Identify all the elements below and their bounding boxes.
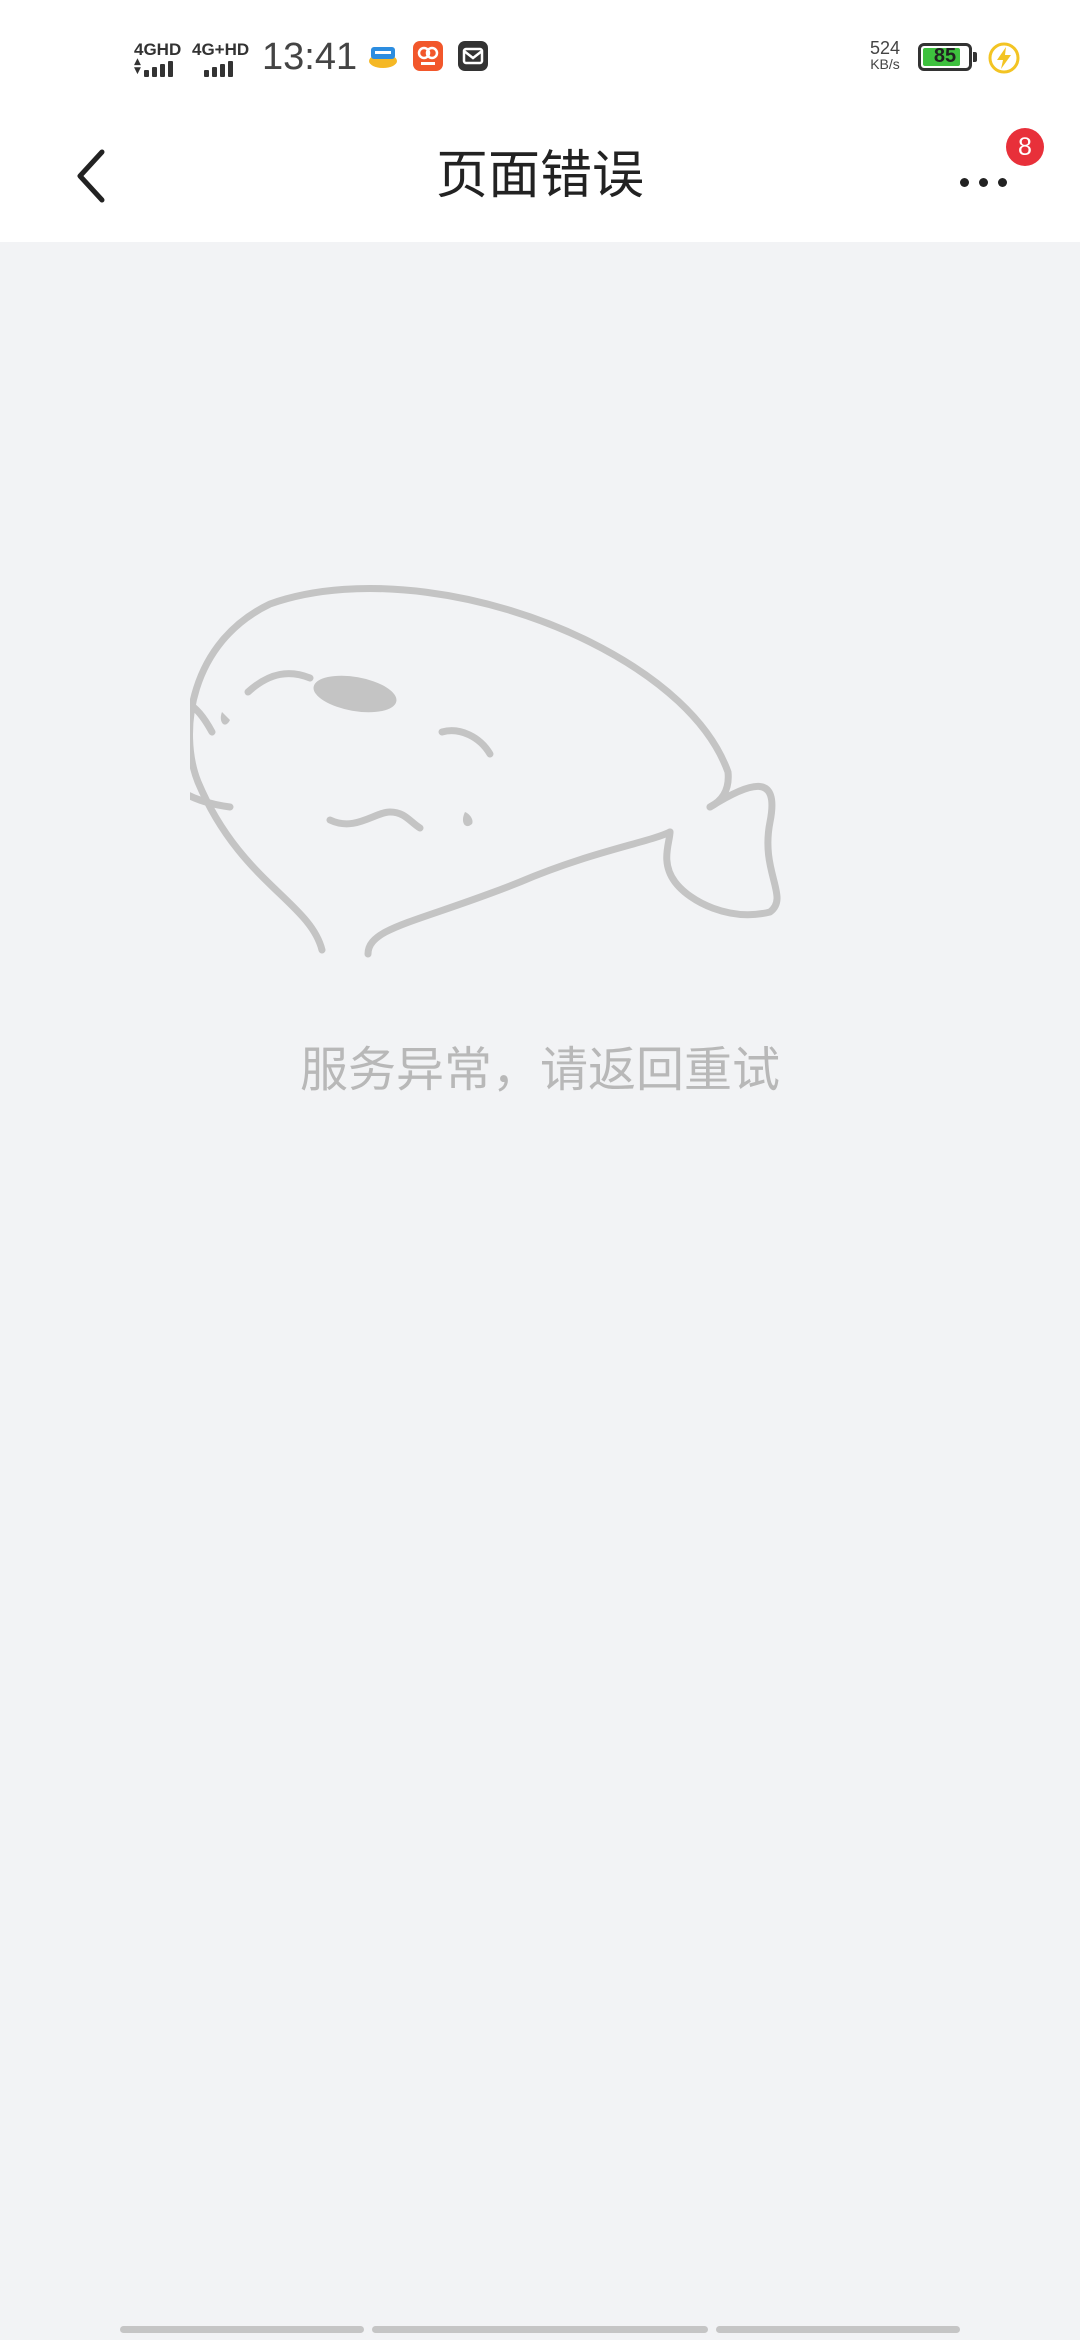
home-indicator[interactable] [0, 2326, 1080, 2334]
battery-cap [973, 52, 977, 62]
sleeping-fish-icon [190, 585, 781, 958]
lightning-icon [988, 42, 1020, 74]
network-speed: 524 KB/s [862, 38, 908, 72]
error-message: 服务异常，请返回重试 [299, 1042, 780, 1098]
nav-gesture-segment [716, 2326, 960, 2333]
network-speed-unit: KB/s [870, 56, 900, 72]
status-bar: 4GHD ▲ ▼ 4G+HD 13:41 524 KB/s 85 [0, 0, 1080, 110]
photo-app-icon [413, 41, 443, 71]
sim1-label: 4GHD [134, 40, 182, 59]
sim2-label: 4G+HD [192, 40, 250, 59]
more-button[interactable]: 8 [950, 128, 1044, 216]
news-app-icon [368, 41, 398, 71]
battery-icon: 85 [918, 43, 972, 71]
network-speed-value: 524 [869, 38, 901, 58]
screen: 4GHD ▲ ▼ 4G+HD 13:41 524 KB/s 85 页面错误 8 … [0, 0, 1080, 2340]
nav-bar: 页面错误 8 [0, 110, 1080, 242]
signal-bars-icon [144, 58, 176, 77]
error-content: 服务异常，请返回重试 [0, 242, 1080, 2340]
sim1-signal: 4GHD ▲ ▼ [134, 40, 184, 80]
sim2-signal: 4G+HD [192, 40, 254, 80]
page-title: 页面错误 [435, 146, 644, 206]
notification-badge: 8 [1006, 128, 1044, 166]
battery-level: 85 [933, 45, 957, 67]
data-arrows-icon: ▲ ▼ [134, 57, 141, 76]
clock: 13:41 [262, 36, 358, 78]
mail-icon [458, 41, 488, 71]
more-dots-icon [960, 172, 1017, 191]
nav-gesture-segment [120, 2326, 364, 2333]
nav-gesture-segment [372, 2326, 708, 2333]
signal-bars-icon [204, 58, 236, 77]
